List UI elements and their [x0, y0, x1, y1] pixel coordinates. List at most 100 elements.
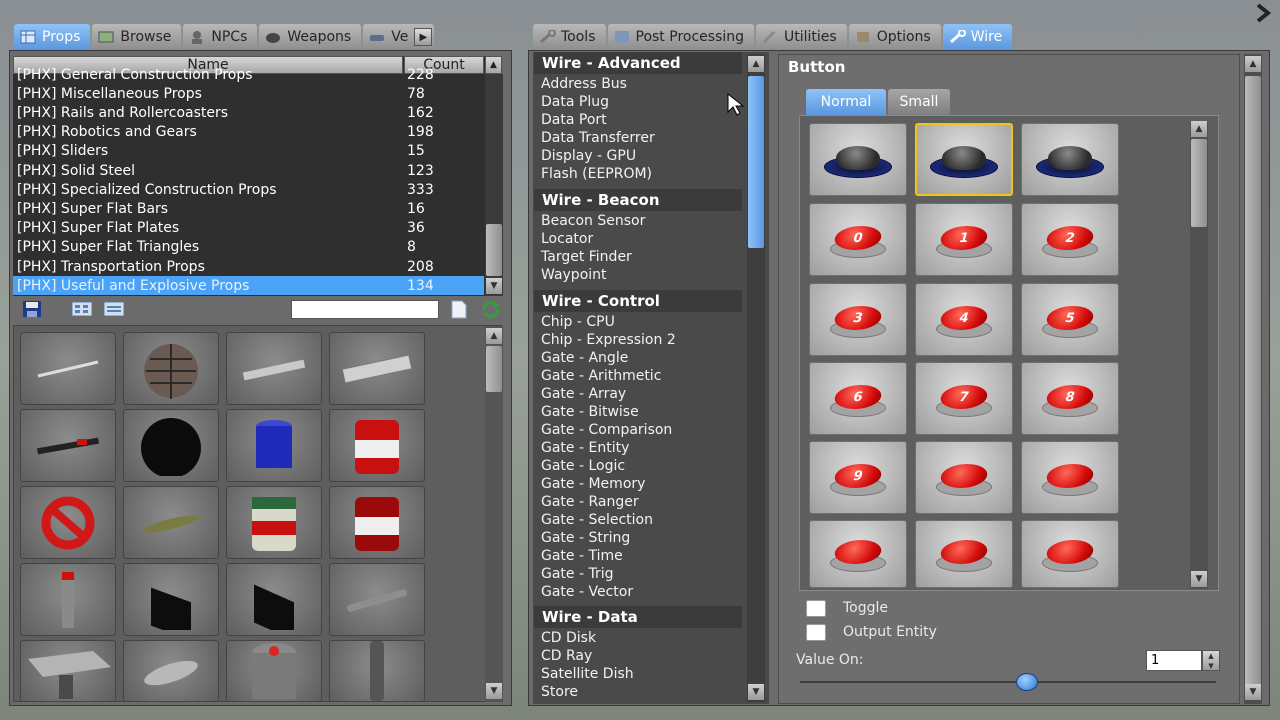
wire-tool-item[interactable]: Gate - Time [541, 548, 623, 564]
wire-tool-item[interactable]: Data Plug [541, 94, 609, 110]
spawn-icon[interactable] [226, 640, 322, 702]
spawn-icon[interactable] [123, 563, 219, 636]
wire-tool-list-scrollbar[interactable]: ▲ ▼ [747, 54, 765, 702]
wire-tool-item[interactable]: Gate - Bitwise [541, 404, 639, 420]
spawn-icon[interactable] [329, 563, 425, 636]
button-grid-scroll-down[interactable]: ▼ [1191, 571, 1207, 587]
tab-weapons[interactable]: Weapons [259, 24, 362, 50]
spawn-icon[interactable] [20, 332, 116, 405]
button-model-option[interactable]: 1 [915, 203, 1013, 276]
wire-category-header[interactable]: Wire - Advanced [534, 52, 742, 74]
tab-vehicles[interactable]: Ve ▶ [363, 24, 435, 50]
spawn-icon[interactable] [20, 563, 116, 636]
wire-tool-item[interactable]: Store [541, 684, 578, 700]
new-page-icon[interactable] [449, 300, 469, 319]
value-on-slider-handle[interactable] [1016, 673, 1038, 691]
tool-panel-scroll-up[interactable]: ▲ [1245, 56, 1261, 72]
wire-tool-item[interactable]: Data Port [541, 112, 607, 128]
wire-tool-item[interactable]: Gate - String [541, 530, 630, 546]
tab-npcs[interactable]: NPCs [183, 24, 258, 50]
tab-props[interactable]: Props [14, 24, 91, 50]
small-icons-view-icon[interactable] [103, 301, 125, 317]
button-model-option[interactable]: 2 [1021, 203, 1119, 276]
wire-tool-item[interactable]: Gate - Memory [541, 476, 645, 492]
wire-tool-list-scroll-thumb[interactable] [748, 76, 764, 248]
large-icons-view-icon[interactable] [71, 301, 93, 317]
spawn-grid-scroll-up[interactable]: ▲ [486, 328, 502, 344]
wire-category-header[interactable]: Wire - Data [534, 606, 742, 628]
props-list-scroll-thumb[interactable] [486, 224, 502, 276]
toggle-checkbox[interactable] [806, 600, 826, 617]
spawn-icon[interactable] [226, 332, 322, 405]
tab-browse[interactable]: Browse [92, 24, 182, 50]
button-model-option[interactable] [1021, 520, 1119, 588]
wire-tool-item[interactable]: Chip - Expression 2 [541, 332, 676, 348]
props-list-scrollbar[interactable]: ▼ [485, 74, 503, 296]
button-model-option[interactable]: 8 [1021, 362, 1119, 435]
spawn-icon[interactable] [329, 332, 425, 405]
wire-tool-list-scroll-down[interactable]: ▼ [748, 684, 764, 700]
button-grid-scrollbar[interactable]: ▲ ▼ [1190, 121, 1208, 589]
wire-tool-item[interactable]: Gate - Trig [541, 566, 614, 582]
tab-tools[interactable]: Tools [533, 24, 606, 50]
button-model-option[interactable]: 0 [809, 203, 907, 276]
value-on-input[interactable] [1146, 650, 1202, 671]
props-list-row[interactable]: [PHX] Super Flat Triangles 8 [13, 238, 484, 257]
props-list-scroll-down[interactable]: ▼ [486, 278, 502, 294]
list-scroll-up-arrow[interactable]: ▲ [485, 56, 502, 74]
wire-tool-item[interactable]: Gate - Angle [541, 350, 628, 366]
wire-tool-item[interactable]: Address Bus [541, 76, 627, 92]
button-model-option[interactable] [1021, 441, 1119, 514]
props-list-row[interactable]: [PHX] Rails and Rollercoasters 162 [13, 103, 484, 122]
wire-tool-item[interactable]: Gate - Arithmetic [541, 368, 661, 384]
button-model-option[interactable] [915, 441, 1013, 514]
button-model-option[interactable]: 4 [915, 283, 1013, 356]
button-model-option[interactable]: 9 [809, 441, 907, 514]
spawn-grid-scroll-down[interactable]: ▼ [486, 683, 502, 699]
wire-tool-item[interactable]: Flash (EEPROM) [541, 166, 652, 182]
tool-panel-scroll-thumb[interactable] [1245, 76, 1261, 686]
subtab-normal[interactable]: Normal [806, 89, 886, 115]
spawn-icon[interactable] [20, 640, 116, 702]
wire-tool-item[interactable]: Target Finder [541, 249, 632, 265]
wire-tool-item[interactable]: Gate - Logic [541, 458, 625, 474]
wire-category-header[interactable]: Wire - Control [534, 290, 742, 312]
spawn-icon[interactable] [226, 486, 322, 559]
props-list-row[interactable]: [PHX] Robotics and Gears 198 [13, 123, 484, 142]
wire-tool-item[interactable]: Waypoint [541, 267, 607, 283]
wire-tool-list-scroll-up[interactable]: ▲ [748, 56, 764, 72]
output-entity-checkbox[interactable] [806, 624, 826, 641]
spawn-grid-scrollbar[interactable]: ▲ ▼ [485, 326, 503, 702]
spawn-icon[interactable] [123, 332, 219, 405]
button-model-option[interactable]: 5 [1021, 283, 1119, 356]
props-list-row[interactable]: [PHX] Transportation Props 208 [13, 257, 484, 276]
button-model-option[interactable]: 6 [809, 362, 907, 435]
tab-utilities[interactable]: Utilities [756, 24, 847, 50]
wire-tool-item[interactable]: CD Ray [541, 648, 592, 664]
wire-tool-item[interactable]: Gate - Selection [541, 512, 653, 528]
spawn-grid-scroll-thumb[interactable] [486, 346, 502, 392]
spawn-icon[interactable] [123, 409, 219, 482]
tool-panel-scrollbar[interactable]: ▲ ▼ [1244, 54, 1262, 704]
props-list-row[interactable]: [PHX] General Construction Props 228 [13, 65, 484, 84]
wire-tool-item[interactable]: CD Disk [541, 630, 596, 646]
button-grid-scroll-thumb[interactable] [1191, 139, 1207, 227]
wire-tool-item[interactable]: Gate - Vector [541, 584, 633, 600]
button-grid-scroll-up[interactable]: ▲ [1191, 121, 1207, 137]
wire-tool-item[interactable]: Gate - Ranger [541, 494, 639, 510]
wire-tool-item[interactable]: Chip - CPU [541, 314, 615, 330]
wire-tool-item[interactable]: Satellite Dish [541, 666, 634, 682]
props-list-row[interactable]: [PHX] Useful and Explosive Props 134 [13, 276, 484, 296]
wire-tool-item[interactable]: Gate - Comparison [541, 422, 672, 438]
wire-tool-item[interactable]: Display - GPU [541, 148, 636, 164]
spawn-icon[interactable] [329, 640, 425, 702]
tab-post-processing[interactable]: Post Processing [607, 24, 754, 50]
props-list-row[interactable]: [PHX] Super Flat Bars 16 [13, 199, 484, 218]
spawn-icon[interactable] [329, 409, 425, 482]
refresh-icon[interactable] [480, 300, 502, 319]
spawn-icon[interactable] [226, 563, 322, 636]
props-list-row[interactable]: [PHX] Specialized Construction Props 333 [13, 180, 484, 199]
tab-scroll-right-icon[interactable]: ▶ [414, 28, 433, 46]
wire-tool-item[interactable]: Locator [541, 231, 593, 247]
button-model-option[interactable] [809, 520, 907, 588]
